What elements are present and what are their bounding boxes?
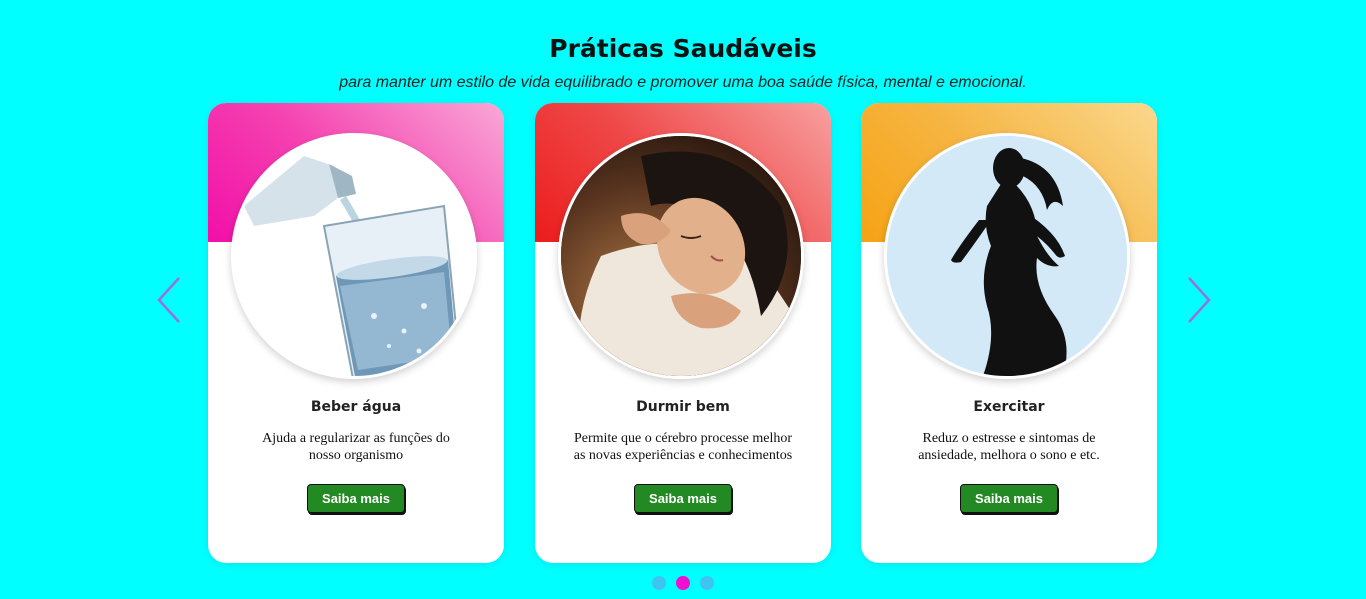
card-exercitar: Exercitar Reduz o estresse e sintomas de… — [861, 103, 1157, 563]
saiba-mais-button[interactable]: Saiba mais — [634, 484, 732, 513]
saiba-mais-button[interactable]: Saiba mais — [960, 484, 1058, 513]
card-title: Durmir bem — [636, 399, 730, 415]
page-subtitle: para manter um estilo de vida equilibrad… — [339, 74, 1027, 91]
sleeping-woman-image — [558, 133, 804, 379]
card-durmir-bem: Durmir bem Permite que o cérebro process… — [535, 103, 831, 563]
pagination-dot-2-active[interactable] — [676, 576, 690, 590]
card-description: Ajuda a regularizar as funções do nosso … — [262, 431, 450, 463]
carousel-prev-button[interactable] — [155, 276, 185, 324]
running-woman-silhouette-image — [884, 133, 1130, 379]
saiba-mais-button[interactable]: Saiba mais — [307, 484, 405, 513]
card-title: Exercitar — [973, 399, 1045, 415]
page-title: Práticas Saudáveis — [549, 34, 817, 63]
carousel-pagination — [652, 576, 716, 592]
chevron-right-icon — [1188, 277, 1211, 323]
pagination-dot-3[interactable] — [700, 576, 714, 590]
card-description: Permite que o cérebro processe melhor as… — [573, 431, 793, 463]
water-glass-image — [231, 133, 477, 379]
carousel-next-button[interactable] — [1183, 276, 1213, 324]
pagination-dot-1[interactable] — [652, 576, 666, 590]
card-title: Beber água — [310, 399, 402, 415]
card-description: Reduz o estresse e sintomas de ansiedade… — [918, 431, 1100, 463]
card-beber-agua: Beber água Ajuda a regularizar as funçõe… — [208, 103, 504, 563]
chevron-left-icon — [157, 277, 180, 323]
